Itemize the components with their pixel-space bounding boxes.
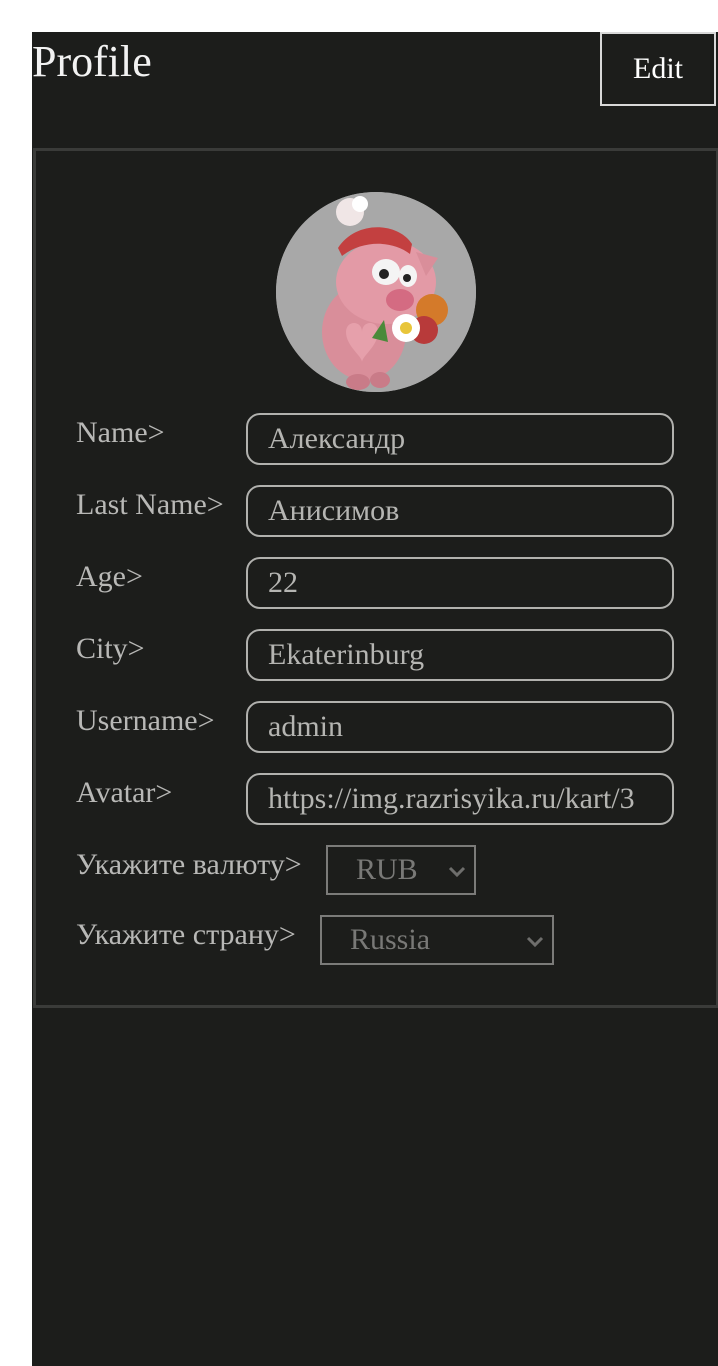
chevron-down-icon	[448, 866, 466, 878]
name-label: Name>	[76, 416, 165, 449]
country-select[interactable]: Russia	[320, 915, 554, 965]
edit-button[interactable]: Edit	[600, 32, 716, 106]
chevron-down-icon	[526, 936, 544, 948]
username-row: Username>	[76, 701, 676, 753]
age-row: Age>	[76, 557, 676, 609]
profile-card: Name> Last Name> Age> City> Username> Av…	[33, 148, 718, 1008]
profile-page: Profile Edit Name> Александр Last Name> …	[32, 32, 718, 1366]
page-title: Profile	[32, 37, 152, 86]
city-row: City>	[76, 629, 676, 681]
currency-selected-value: RUB	[356, 853, 418, 886]
last-name-field[interactable]	[246, 485, 674, 537]
avatar-url-field[interactable]	[246, 773, 674, 825]
last-name-label: Last Name>	[76, 488, 224, 521]
country-label: Укажите страну>	[76, 918, 296, 951]
last-name-row: Last Name>	[76, 485, 676, 537]
name-field[interactable]	[246, 413, 674, 465]
avatar	[276, 192, 476, 392]
currency-label: Укажите валюту>	[76, 848, 302, 881]
avatar-url-label: Avatar>	[76, 776, 173, 809]
name-row: Name>	[76, 413, 676, 465]
pig-character-icon	[276, 192, 476, 392]
age-label: Age>	[76, 560, 143, 593]
avatar-url-row: Avatar>	[76, 773, 676, 825]
username-field[interactable]	[246, 701, 674, 753]
currency-select[interactable]: RUB	[326, 845, 476, 895]
age-field[interactable]	[246, 557, 674, 609]
city-label: City>	[76, 632, 145, 665]
username-label: Username>	[76, 704, 215, 737]
country-selected-value: Russia	[350, 923, 431, 956]
city-field[interactable]	[246, 629, 674, 681]
